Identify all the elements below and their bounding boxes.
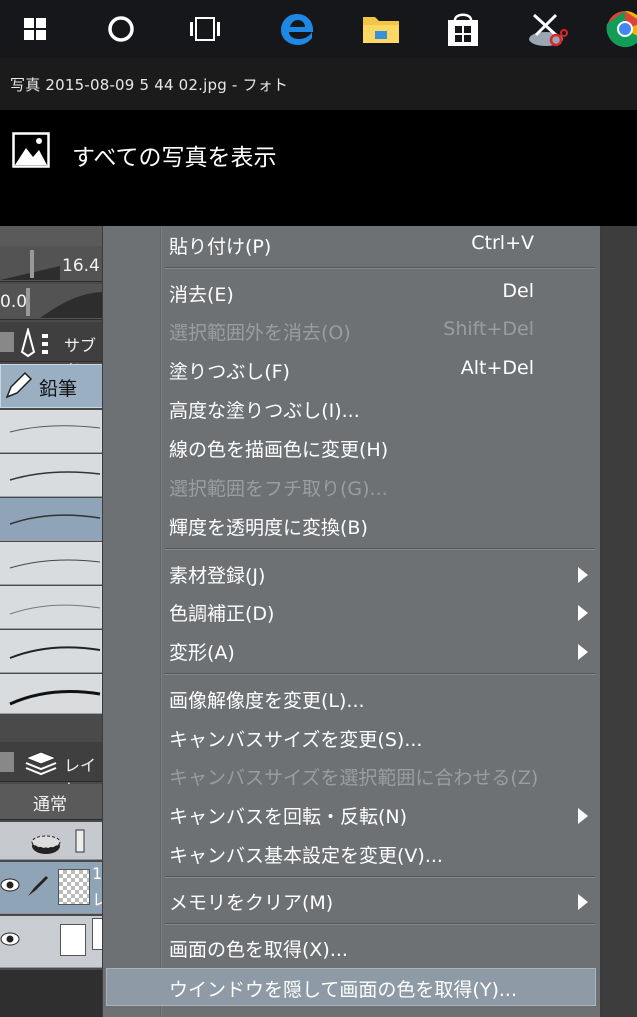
menu-item-paste[interactable]: 貼り付け(P) Ctrl+V	[103, 226, 600, 264]
windows-start-icon[interactable]	[10, 4, 60, 54]
pen-layer-icon	[28, 876, 48, 896]
edge-icon[interactable]	[272, 4, 322, 54]
submenu-arrow-icon	[578, 894, 588, 910]
paper-thumbnail	[60, 924, 86, 956]
layers-icon	[24, 751, 58, 776]
pencil-tool-tab[interactable]: 鉛筆	[0, 364, 105, 408]
subtool-panel-header: サブツ	[0, 322, 105, 379]
panel-footer	[0, 970, 105, 1017]
layer-thumbnail	[58, 869, 90, 905]
menu-item-clear[interactable]: 消去(E) Del	[103, 274, 600, 312]
menu-separator	[165, 923, 595, 925]
submenu-arrow-icon	[578, 567, 588, 583]
menu-separator	[165, 267, 595, 269]
layer-options-row	[0, 822, 105, 860]
opacity-slider[interactable]: 0.0	[0, 284, 105, 320]
show-all-photos-link[interactable]: すべての写真を表示	[72, 138, 276, 172]
blend-mode-select[interactable]: 通常	[0, 784, 105, 820]
menu-item-canvas-basic-settings[interactable]: キャンバス基本設定を変更(V)...	[103, 835, 600, 873]
menu-item-register-material[interactable]: 素材登録(J)	[103, 555, 600, 593]
edit-context-menu: 貼り付け(P) Ctrl+V 消去(E) Del 選択範囲外を消去(O) Shi…	[102, 226, 601, 1017]
brush-preset-7[interactable]	[0, 674, 105, 714]
menu-item-tonal-correction[interactable]: 色調補正(D)	[103, 593, 600, 631]
menu-item-stroke-selection[interactable]: 選択範囲をフチ取り(G)...	[103, 468, 600, 506]
menu-item-change-resolution[interactable]: 画像解像度を変更(L)...	[103, 680, 600, 718]
menu-item-clear-memory[interactable]: メモリをクリア(M)	[103, 882, 600, 920]
menu-separator	[165, 548, 595, 550]
brush-preset-3[interactable]	[0, 498, 105, 541]
menu-icon[interactable]	[0, 332, 14, 352]
pencil-tool-label: 鉛筆	[39, 378, 78, 400]
window-title-bar: 写真 2015-08-09 5 44 02.jpg - フォト	[0, 58, 637, 110]
menu-item-change-canvas-size[interactable]: キャンバスサイズを変更(S)...	[103, 719, 600, 757]
layer-row-paper[interactable]	[0, 916, 105, 968]
file-explorer-icon[interactable]	[356, 4, 406, 54]
menu-item-clear-outside-selection[interactable]: 選択範囲外を消去(O) Shift+Del	[103, 312, 600, 350]
photo-gallery-icon	[12, 132, 50, 168]
panel-strip	[0, 226, 105, 246]
pen-nib-icon	[20, 328, 48, 358]
background-app-panel: 16.4 0.0 サブツ 鉛筆 レイヤ 通常 1 レ	[0, 226, 105, 1017]
canvas-edge	[601, 226, 637, 1017]
opacity-value: 0.0	[0, 292, 28, 312]
menu-item-transform[interactable]: 変形(A)	[103, 632, 600, 670]
photos-toolbar: すべての写真を表示	[0, 110, 637, 226]
menu-item-fit-canvas-to-selection[interactable]: キャンバスサイズを選択範囲に合わせる(Z)	[103, 757, 600, 795]
submenu-arrow-icon	[578, 808, 588, 824]
brush-size-value: 16.4	[62, 256, 100, 276]
cortana-icon[interactable]	[96, 4, 146, 54]
eye-icon[interactable]	[0, 878, 20, 892]
task-view-icon[interactable]	[180, 4, 230, 54]
menu-item-fill[interactable]: 塗りつぶし(F) Alt+Del	[103, 351, 600, 389]
menu-item-rotate-flip-canvas[interactable]: キャンバスを回転・反転(N)	[103, 796, 600, 834]
menu-item-get-screen-color[interactable]: 画面の色を取得(X)...	[103, 929, 600, 967]
layer-menu-icon[interactable]	[0, 752, 14, 772]
submenu-arrow-icon	[578, 644, 588, 660]
snipping-tool-icon[interactable]	[522, 4, 572, 54]
brush-size-slider[interactable]: 16.4	[0, 246, 105, 282]
brush-preset-5[interactable]	[0, 586, 105, 629]
layer-panel-header: レイヤ	[0, 742, 105, 799]
eye-icon[interactable]	[0, 932, 20, 946]
menu-item-advanced-fill[interactable]: 高度な塗りつぶし(I)...	[103, 390, 600, 428]
taskbar	[0, 0, 637, 58]
pencil-icon	[5, 371, 33, 399]
menu-item-change-line-color[interactable]: 線の色を描画色に変更(H)	[103, 429, 600, 467]
submenu-arrow-icon	[578, 605, 588, 621]
layer-number: 1	[92, 864, 103, 883]
store-icon[interactable]	[438, 4, 488, 54]
clipping-icon[interactable]	[28, 828, 88, 856]
brush-preset-1[interactable]	[0, 410, 105, 453]
layer-row-1[interactable]: 1 レ	[0, 862, 105, 914]
window-title: 写真 2015-08-09 5 44 02.jpg - フォト	[10, 76, 289, 94]
menu-item-luminance-to-opacity[interactable]: 輝度を透明度に変換(B)	[103, 507, 600, 545]
menu-separator	[165, 876, 595, 878]
brush-preset-2[interactable]	[0, 454, 105, 497]
menu-separator	[165, 673, 595, 675]
chrome-icon[interactable]	[600, 4, 637, 54]
brush-preset-4[interactable]	[0, 542, 105, 585]
menu-item-hide-window-get-screen-color[interactable]: ウインドウを隠して画面の色を取得(Y)...	[106, 968, 596, 1006]
blend-mode-value: 通常	[33, 795, 67, 815]
brush-preset-6[interactable]	[0, 630, 105, 673]
